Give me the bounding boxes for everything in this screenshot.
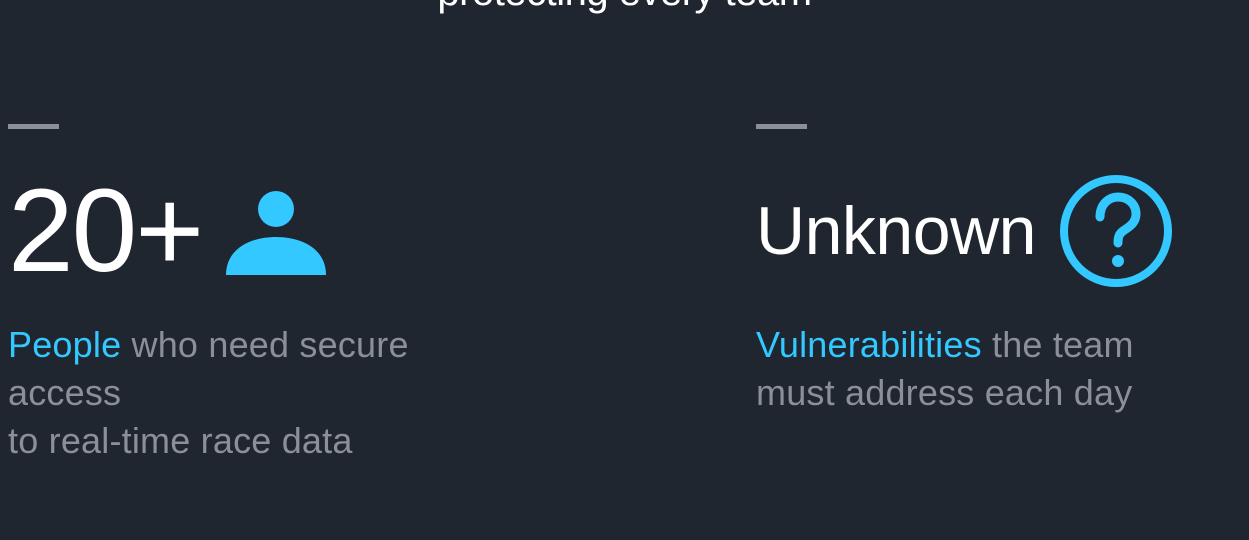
question-circle-icon (1058, 173, 1174, 289)
divider-rule (8, 124, 59, 129)
stat-highlight: Vulnerabilities (756, 324, 982, 365)
stat-text-line2: must address each day (756, 372, 1133, 413)
stat-value: 20+ (8, 165, 204, 297)
stat-description: Vulnerabilities the team must address ea… (756, 321, 1249, 417)
stat-value: Unknown (756, 193, 1037, 269)
stat-value-row: Unknown (756, 171, 1249, 291)
stat-people: 20+ People who need secure access to rea… (8, 124, 528, 465)
stat-vulnerabilities: Unknown Vulnerabilities the team must ad… (756, 124, 1249, 417)
stat-text-line1: the team (981, 324, 1134, 365)
clipped-heading: protecting every team (0, 0, 1249, 15)
stat-description: People who need secure access to real-ti… (8, 321, 528, 465)
stat-value-row: 20+ (8, 171, 528, 291)
stat-highlight: People (8, 324, 122, 365)
person-icon (224, 179, 328, 283)
stat-text-line2: to real-time race data (8, 420, 353, 461)
divider-rule (756, 124, 807, 129)
